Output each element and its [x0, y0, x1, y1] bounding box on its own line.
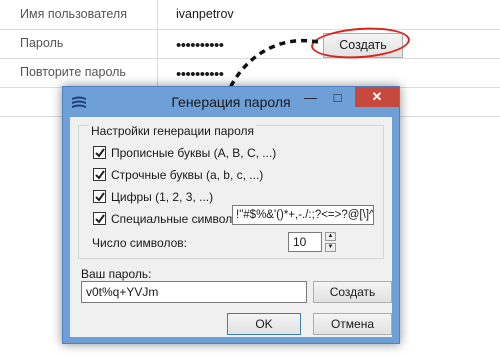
- username-label: Имя пользователя: [20, 7, 127, 21]
- password-row: Пароль ••••••••••: [0, 29, 500, 59]
- repeat-password-label: Повторите пароль: [20, 65, 126, 79]
- checkmark-icon: [95, 192, 105, 202]
- generated-password-input[interactable]: v0t%q+YVJm: [81, 281, 307, 303]
- checkmark-icon: [95, 148, 105, 158]
- checkmark-icon: [95, 170, 105, 180]
- minimize-button[interactable]: —: [297, 88, 324, 107]
- checkbox-digits[interactable]: [93, 190, 106, 203]
- username-row: Имя пользователя ivanpetrov: [0, 0, 500, 30]
- checkbox-uppercase[interactable]: [93, 146, 106, 159]
- username-value[interactable]: ivanpetrov: [176, 7, 234, 21]
- password-value[interactable]: ••••••••••: [176, 37, 224, 54]
- close-button[interactable]: ✕: [355, 87, 399, 107]
- option-special-label: Специальные символы: [111, 212, 241, 226]
- repeat-password-value[interactable]: ••••••••••: [176, 66, 224, 83]
- checkmark-icon: [95, 214, 105, 224]
- special-chars-input[interactable]: !"#$%&'()*+,-./:;?<=>?@[\]^_: [232, 205, 374, 225]
- count-label: Число символов:: [92, 236, 187, 250]
- option-lowercase-label: Строчные буквы (a, b, c, ...): [111, 168, 264, 182]
- password-label: Пароль: [20, 36, 64, 50]
- settings-group-title: Настройки генерации пароля: [89, 124, 256, 138]
- spin-down-icon[interactable]: ▼: [325, 243, 336, 252]
- option-uppercase-label: Прописные буквы (A, B, C, ...): [111, 146, 277, 160]
- ok-button[interactable]: OK: [227, 313, 301, 335]
- generate-button[interactable]: Создать: [313, 281, 392, 303]
- maximize-button[interactable]: □: [325, 88, 350, 107]
- cancel-button[interactable]: Отмена: [313, 313, 392, 335]
- dialog-titlebar[interactable]: Генерация пароля — □ ✕: [63, 87, 399, 117]
- dialog-body: Настройки генерации пароля Прописные бук…: [70, 117, 392, 337]
- password-generator-dialog: Генерация пароля — □ ✕ Настройки генерац…: [62, 86, 400, 344]
- option-digits-label: Цифры (1, 2, 3, ...): [111, 190, 214, 204]
- password-label: Ваш пароль:: [81, 267, 152, 281]
- checkbox-lowercase[interactable]: [93, 168, 106, 181]
- count-input[interactable]: 10: [288, 232, 322, 252]
- count-spinner[interactable]: ▲ ▼: [325, 232, 336, 252]
- spin-up-icon[interactable]: ▲: [325, 232, 336, 241]
- checkbox-special[interactable]: [93, 212, 106, 225]
- repeat-password-row: Повторите пароль ••••••••••: [0, 58, 500, 88]
